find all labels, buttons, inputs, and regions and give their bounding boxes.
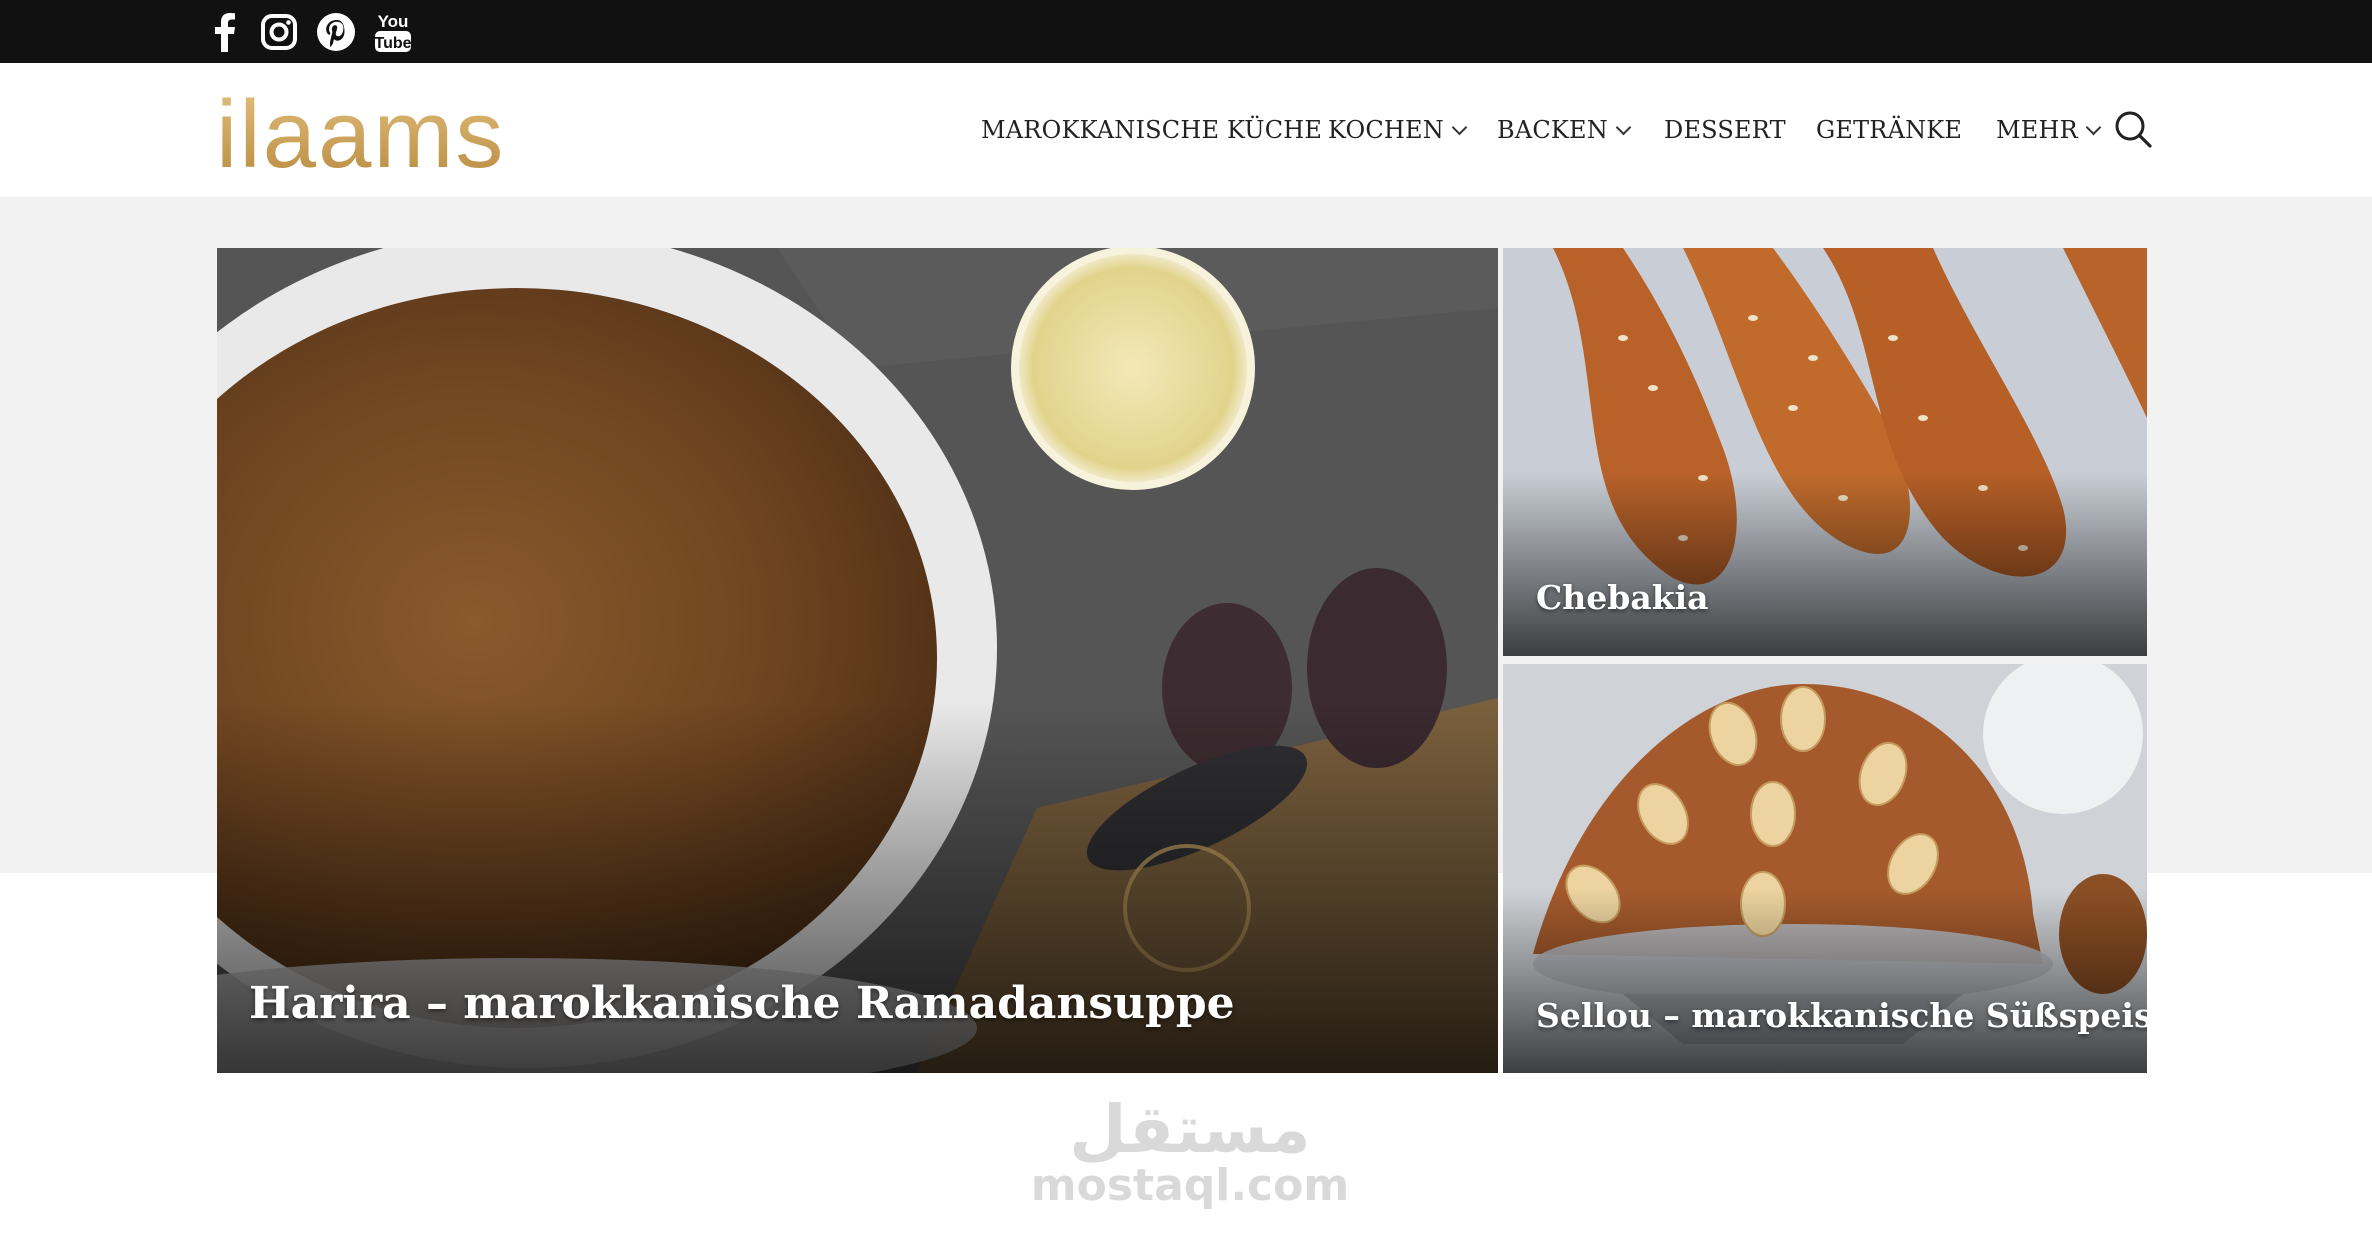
nav-label: MAROKKANISCHE KÜCHE	[981, 116, 1323, 144]
facebook-icon	[215, 12, 235, 52]
title-overlay	[1503, 888, 2147, 1073]
facebook-link[interactable]	[214, 0, 236, 63]
nav-getraenke[interactable]: GETRÄNKE	[1816, 63, 1962, 197]
svg-text:mostaql.com: mostaql.com	[1031, 1160, 1349, 1210]
post-title[interactable]: Sellou – marokkanische Süßspeise	[1536, 996, 2147, 1035]
nav-mehr[interactable]: MEHR	[1996, 63, 2102, 197]
youtube-link[interactable]: You Tube	[373, 0, 413, 63]
site-header: ilaams MAROKKANISCHE KÜCHE KOCHEN BACKEN…	[0, 63, 2372, 197]
featured-post-sellou[interactable]: Sellou – marokkanische Süßspeise	[1503, 664, 2147, 1073]
pinterest-icon	[317, 12, 355, 51]
featured-post-chebakia[interactable]: Chebakia	[1503, 248, 2147, 656]
nav-marokkanische-kueche[interactable]: MAROKKANISCHE KÜCHE	[981, 63, 1322, 197]
chevron-down-icon	[2085, 119, 2102, 135]
svg-text:You: You	[378, 12, 409, 31]
site-logo[interactable]: ilaams	[216, 87, 546, 187]
title-overlay	[1503, 472, 2147, 656]
search-icon[interactable]	[2113, 109, 2153, 149]
nav-label: KOCHEN	[1328, 116, 1444, 144]
chevron-down-icon	[1615, 119, 1632, 135]
featured-post-harira[interactable]: Harira – marokkanische Ramadansuppe	[217, 248, 1498, 1073]
nav-dessert[interactable]: DESSERT	[1664, 63, 1786, 197]
nav-kochen[interactable]: KOCHEN	[1328, 63, 1468, 197]
instagram-icon	[261, 13, 297, 50]
chevron-down-icon	[1451, 119, 1468, 135]
youtube-icon: You Tube	[374, 12, 412, 52]
nav-label: MEHR	[1996, 116, 2078, 144]
mostaql-watermark: مستقل mostaql.com	[1031, 1091, 1349, 1210]
nav-backen[interactable]: BACKEN	[1497, 63, 1632, 197]
pinterest-link[interactable]	[317, 0, 355, 63]
post-title[interactable]: Chebakia	[1536, 578, 1709, 617]
svg-text:ilaams: ilaams	[216, 87, 505, 187]
instagram-link[interactable]	[261, 0, 297, 63]
svg-text:Tube: Tube	[374, 35, 411, 52]
svg-text:مستقل: مستقل	[1069, 1091, 1310, 1168]
nav-label: BACKEN	[1497, 116, 1608, 144]
nav-label: DESSERT	[1664, 116, 1786, 144]
post-title[interactable]: Harira – marokkanische Ramadansuppe	[249, 978, 1235, 1029]
nav-label: GETRÄNKE	[1816, 116, 1963, 144]
top-bar: You Tube	[0, 0, 2372, 63]
